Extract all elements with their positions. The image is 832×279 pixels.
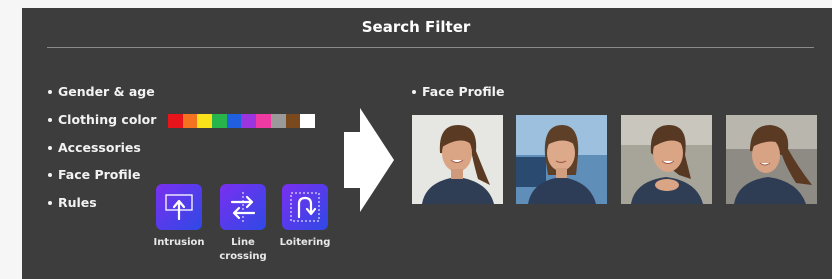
filter-rules[interactable]: Rules bbox=[48, 195, 97, 210]
panel-title: Search Filter bbox=[361, 18, 471, 36]
color-swatch[interactable] bbox=[270, 114, 286, 128]
bullet-icon bbox=[48, 89, 52, 94]
face-photo-3[interactable] bbox=[621, 115, 712, 204]
face-profile-heading: Face Profile bbox=[412, 84, 504, 99]
filter-label: Rules bbox=[58, 195, 97, 210]
color-swatch[interactable] bbox=[256, 114, 271, 128]
color-swatch[interactable] bbox=[168, 114, 183, 128]
color-swatch[interactable] bbox=[226, 114, 242, 128]
rule-label-line-crossing: Line crossing bbox=[219, 237, 267, 262]
color-swatch[interactable] bbox=[197, 114, 213, 128]
clothing-color-palette bbox=[168, 114, 315, 128]
color-swatch[interactable] bbox=[241, 114, 257, 128]
filter-label: Accessories bbox=[58, 140, 141, 155]
rule-label-intrusion: Intrusion bbox=[153, 237, 205, 248]
filter-clothing-color[interactable]: Clothing color bbox=[48, 112, 156, 127]
filter-label: Gender & age bbox=[58, 84, 155, 99]
loitering-icon[interactable] bbox=[282, 184, 328, 230]
bullet-icon bbox=[48, 117, 52, 122]
bullet-icon bbox=[48, 200, 52, 205]
line-crossing-icon[interactable] bbox=[220, 184, 266, 230]
rule-label-loitering: Loitering bbox=[279, 237, 331, 248]
face-photo-1[interactable] bbox=[412, 115, 503, 204]
filter-gender-age[interactable]: Gender & age bbox=[48, 84, 155, 99]
bullet-icon bbox=[412, 89, 416, 94]
face-photo-2[interactable] bbox=[516, 115, 607, 204]
intrusion-icon[interactable] bbox=[156, 184, 202, 230]
color-swatch[interactable] bbox=[285, 114, 301, 128]
face-photo-4[interactable] bbox=[726, 115, 817, 204]
color-swatch[interactable] bbox=[212, 114, 227, 128]
filter-face-profile[interactable]: Face Profile bbox=[48, 167, 140, 182]
color-swatch[interactable] bbox=[300, 114, 315, 128]
title-divider bbox=[47, 47, 814, 48]
arrow-right-icon bbox=[344, 108, 394, 212]
filter-label: Clothing color bbox=[58, 112, 157, 127]
filter-accessories[interactable]: Accessories bbox=[48, 140, 141, 155]
color-swatch[interactable] bbox=[182, 114, 198, 128]
filter-label: Face Profile bbox=[58, 167, 141, 182]
bullet-icon bbox=[48, 145, 52, 150]
bullet-icon bbox=[48, 172, 52, 177]
face-profile-label: Face Profile bbox=[422, 84, 505, 99]
